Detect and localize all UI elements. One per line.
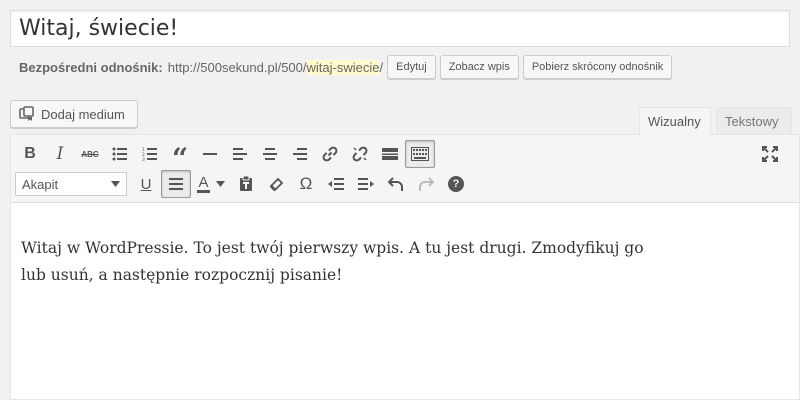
add-media-label: Dodaj medium: [41, 106, 125, 122]
text-color-icon[interactable]: A: [191, 170, 231, 198]
fullscreen-icon[interactable]: [755, 140, 785, 168]
special-char-icon[interactable]: Ω: [291, 170, 321, 198]
svg-text:3: 3: [142, 157, 145, 161]
clear-formatting-icon[interactable]: [261, 170, 291, 198]
view-post-button[interactable]: Zobacz wpis: [439, 55, 519, 79]
toolbar-row-1: B I ABC 123 “: [15, 140, 435, 173]
horizontal-rule-icon[interactable]: [195, 140, 225, 168]
redo-icon[interactable]: [411, 170, 441, 198]
permalink-base-url: http://500sekund.pl/500/: [167, 59, 307, 75]
editor-toolbar: B I ABC 123 “ Akapit U A Ω ?: [11, 135, 799, 203]
permalink-label: Bezpośredni odnośnik:: [19, 59, 163, 75]
toolbar-row-2: Akapit U A Ω ?: [15, 170, 471, 198]
link-icon[interactable]: [315, 140, 345, 168]
justify-icon[interactable]: [161, 170, 191, 198]
align-left-icon[interactable]: [225, 140, 255, 168]
format-select[interactable]: Akapit: [15, 172, 127, 196]
format-select-value: Akapit: [22, 176, 59, 192]
help-icon[interactable]: ?: [441, 170, 471, 198]
align-right-icon[interactable]: [285, 140, 315, 168]
permalink-bar: Bezpośredni odnośnik: http://500sekund.p…: [19, 55, 673, 79]
tab-visual[interactable]: Wizualny: [639, 107, 711, 135]
strikethrough-icon[interactable]: ABC: [75, 140, 105, 168]
media-icon: [19, 106, 34, 121]
undo-icon[interactable]: [381, 170, 411, 198]
numbered-list-icon[interactable]: 123: [135, 140, 165, 168]
permalink-slug[interactable]: witaj-swiecie: [306, 59, 380, 75]
italic-icon[interactable]: I: [45, 140, 75, 168]
editor-content[interactable]: Witaj w WordPressie. To jest twój pierws…: [11, 203, 671, 321]
unlink-icon[interactable]: [345, 140, 375, 168]
post-title-input[interactable]: Witaj, świecie!: [10, 10, 790, 47]
tab-text[interactable]: Tekstowy: [716, 107, 792, 135]
permalink-trailing-slash: /: [379, 59, 384, 75]
chevron-down-icon: [215, 181, 225, 187]
get-shortlink-button[interactable]: Pobierz skrócony odnośnik: [522, 55, 673, 79]
outdent-icon[interactable]: [321, 170, 351, 198]
underline-icon[interactable]: U: [131, 170, 161, 198]
content-paragraph: Witaj w WordPressie. To jest twój pierws…: [21, 239, 644, 284]
indent-icon[interactable]: [351, 170, 381, 198]
bold-icon[interactable]: B: [15, 140, 45, 168]
read-more-icon[interactable]: [375, 140, 405, 168]
bullet-list-icon[interactable]: [105, 140, 135, 168]
edit-slug-button[interactable]: Edytuj: [387, 55, 436, 79]
add-media-button[interactable]: Dodaj medium: [10, 100, 138, 128]
toolbar-toggle-icon[interactable]: [405, 140, 435, 168]
editor-area: B I ABC 123 “ Akapit U A Ω ? Witaj w Wor…: [10, 134, 800, 400]
align-center-icon[interactable]: [255, 140, 285, 168]
paste-text-icon[interactable]: [231, 170, 261, 198]
chevron-down-icon: [111, 181, 120, 187]
blockquote-icon[interactable]: “: [165, 140, 195, 173]
